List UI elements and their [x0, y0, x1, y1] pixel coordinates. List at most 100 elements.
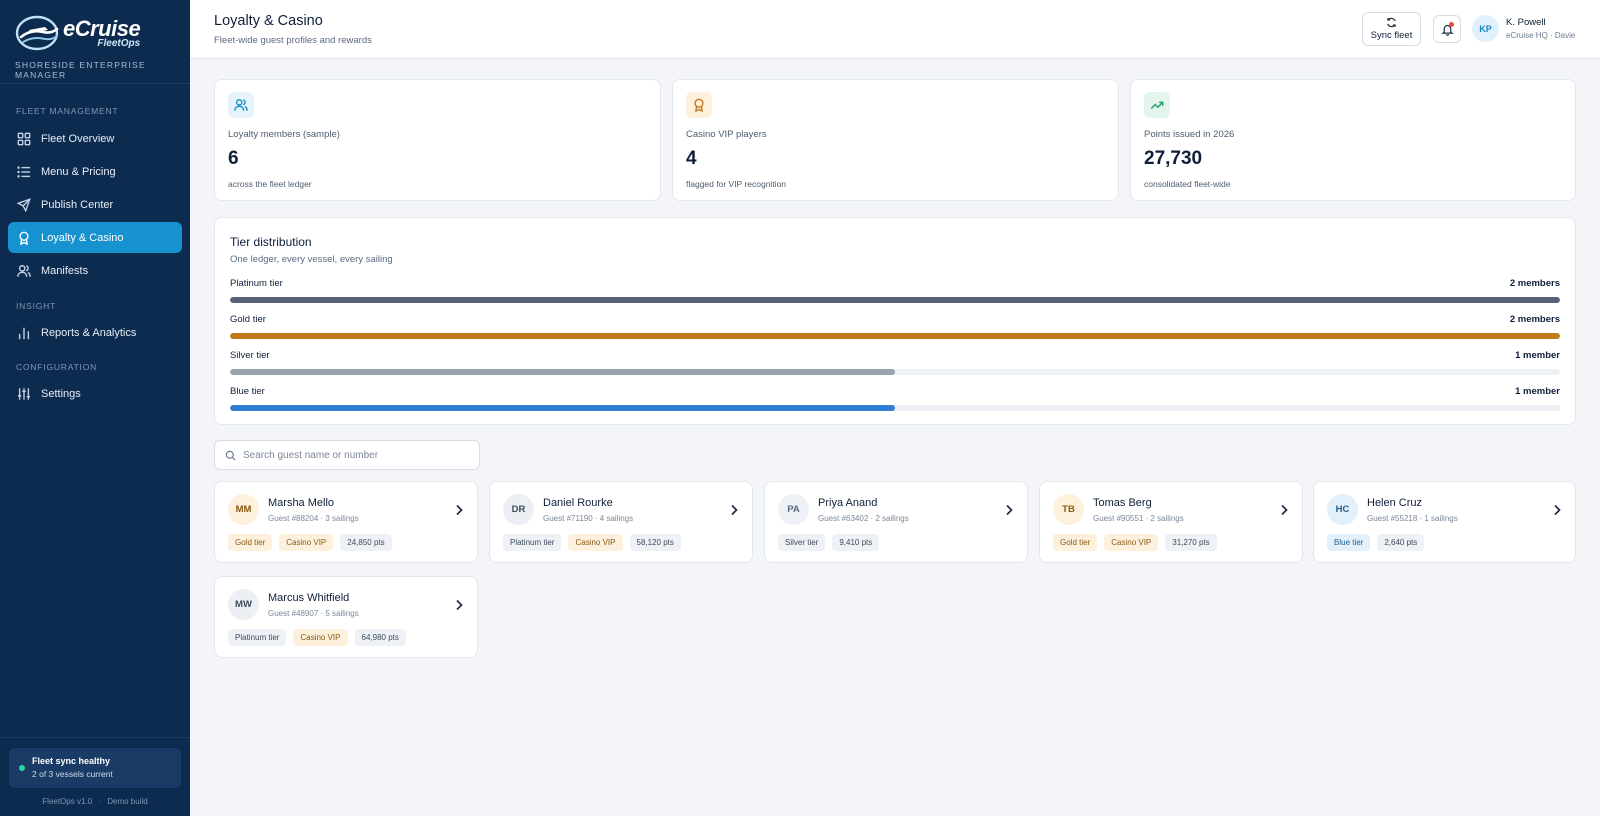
page-subtitle: Fleet-wide guest profiles and rewards	[214, 35, 372, 46]
nav-section-insight: INSIGHT	[16, 301, 57, 311]
brand: eCruise FleetOps SHORESIDE ENTERPRISE MA…	[0, 0, 190, 84]
brand-name: eCruise	[63, 15, 141, 41]
guest-meta: Guest #55218 · 1 sailings	[1367, 514, 1458, 523]
guest-tags: Platinum tier Casino VIP 64,980 pts	[228, 629, 406, 646]
user-name: K. Powell	[1506, 17, 1546, 28]
tier-bar-track	[230, 297, 1560, 303]
stat-card-casino-vip: Casino VIP players 4 flagged for VIP rec…	[672, 79, 1119, 201]
tier-distribution-card: Tier distribution One ledger, every vess…	[214, 217, 1576, 425]
nav-item-manifests[interactable]: Manifests	[8, 255, 182, 286]
chevron-right-icon[interactable]	[454, 503, 464, 516]
chevron-right-icon[interactable]	[729, 503, 739, 516]
tier-badge: Platinum tier	[503, 534, 562, 551]
sync-status-detail: 2 of 3 vessels current	[32, 769, 113, 779]
nav-section-configuration: CONFIGURATION	[16, 362, 98, 372]
guest-name: Marsha Mello	[268, 497, 335, 509]
guest-card-helen-cruz[interactable]: HC Helen Cruz Guest #55218 · 1 sailings …	[1313, 481, 1576, 563]
guest-name: Daniel Rourke	[543, 497, 613, 509]
guest-tags: Blue tier 2,640 pts	[1327, 534, 1425, 551]
status-dot-icon	[19, 765, 25, 771]
fleet-sync-status[interactable]: Fleet sync healthy 2 of 3 vessels curren…	[9, 748, 181, 788]
nav-item-label: Reports & Analytics	[41, 326, 137, 339]
vip-badge: Casino VIP	[1104, 534, 1159, 551]
user-menu[interactable]: KP K. Powell eCruise HQ · Davie	[1472, 15, 1575, 42]
refresh-icon	[1387, 17, 1396, 28]
sync-status-title: Fleet sync healthy	[32, 756, 111, 766]
points-badge: 2,640 pts	[1377, 534, 1425, 551]
users-icon	[17, 264, 31, 278]
nav-item-reports-analytics[interactable]: Reports & Analytics	[8, 317, 182, 348]
version-app: FleetOps v1.0	[42, 797, 93, 806]
guest-search[interactable]	[214, 440, 480, 470]
tier-name: Gold tier	[230, 314, 266, 325]
sync-fleet-button[interactable]: Sync fleet	[1362, 12, 1421, 46]
tier-badge: Blue tier	[1327, 534, 1371, 551]
tier-bar-fill	[230, 405, 895, 411]
vip-badge: Casino VIP	[293, 629, 348, 646]
tier-bar-track	[230, 369, 1560, 375]
nav-item-settings[interactable]: Settings	[8, 378, 182, 409]
guest-meta: Guest #48907 · 5 sailings	[268, 609, 359, 618]
stat-sub: flagged for VIP recognition	[686, 179, 787, 189]
tier-badge: Gold tier	[1053, 534, 1098, 551]
stat-label: Casino VIP players	[686, 129, 767, 140]
search-icon	[225, 450, 236, 460]
points-badge: 24,850 pts	[340, 534, 392, 551]
tier-count: 1 member	[1515, 350, 1560, 361]
nav-item-label: Manifests	[41, 264, 89, 277]
guest-card-tomas-berg[interactable]: TB Tomas Berg Guest #90551 · 2 sailings …	[1039, 481, 1303, 563]
page-title: Loyalty & Casino	[214, 13, 323, 29]
users-icon	[228, 92, 254, 118]
vip-badge: Casino VIP	[279, 534, 334, 551]
chevron-right-icon[interactable]	[1279, 503, 1289, 516]
stat-value: 6	[228, 148, 239, 169]
trending-up-icon	[1144, 92, 1170, 118]
avatar: MW	[228, 589, 259, 620]
tier-name: Platinum tier	[230, 278, 283, 289]
avatar: DR	[503, 494, 534, 525]
nav-item-menu-pricing[interactable]: Menu & Pricing	[8, 156, 182, 187]
stat-sub: consolidated fleet-wide	[1144, 179, 1231, 189]
guest-card-marcus-whitfield[interactable]: MW Marcus Whitfield Guest #48907 · 5 sai…	[214, 576, 478, 658]
avatar: MM	[228, 494, 259, 525]
guest-card-marsha-mello[interactable]: MM Marsha Mello Guest #88204 · 3 sailing…	[214, 481, 478, 563]
user-org: eCruise HQ · Davie	[1506, 31, 1576, 40]
points-badge: 58,120 pts	[629, 534, 681, 551]
tier-row-platinum: Platinum tier 2 members	[230, 278, 1560, 306]
stat-sub: across the fleet ledger	[228, 179, 312, 189]
guest-meta: Guest #88204 · 3 sailings	[268, 514, 359, 523]
guest-meta: Guest #63402 · 2 sailings	[818, 514, 909, 523]
tier-badge: Silver tier	[778, 534, 826, 551]
tier-name: Silver tier	[230, 350, 270, 361]
guest-tags: Gold tier Casino VIP 24,850 pts	[228, 534, 392, 551]
tier-badge: Gold tier	[228, 534, 273, 551]
nav-item-loyalty-casino[interactable]: Loyalty & Casino	[8, 222, 182, 253]
send-icon	[17, 197, 31, 212]
search-input[interactable]	[243, 449, 473, 461]
brand-logo[interactable]: eCruise FleetOps	[15, 14, 175, 52]
chevron-right-icon[interactable]	[1004, 503, 1014, 516]
bar-chart-icon	[17, 326, 31, 340]
guest-name: Priya Anand	[818, 497, 878, 509]
chevron-right-icon[interactable]	[454, 598, 464, 611]
guest-tags: Gold tier Casino VIP 31,270 pts	[1053, 534, 1217, 551]
tier-name: Blue tier	[230, 386, 265, 397]
avatar: PA	[778, 494, 809, 525]
guest-card-priya-anand[interactable]: PA Priya Anand Guest #63402 · 2 sailings…	[764, 481, 1028, 563]
stat-label: Loyalty members (sample)	[228, 129, 340, 140]
avatar: KP	[1472, 15, 1499, 42]
nav-item-fleet-overview[interactable]: Fleet Overview	[8, 123, 182, 154]
stat-label: Points issued in 2026	[1144, 129, 1235, 140]
nav-item-label: Settings	[41, 387, 81, 400]
award-icon	[17, 231, 31, 245]
sidebar: eCruise FleetOps SHORESIDE ENTERPRISE MA…	[0, 0, 190, 816]
avatar: TB	[1053, 494, 1084, 525]
nav-item-publish-center[interactable]: Publish Center	[8, 189, 182, 220]
guest-meta: Guest #90551 · 2 sailings	[1093, 514, 1184, 523]
tier-row-blue: Blue tier 1 member	[230, 386, 1560, 414]
guest-card-daniel-rourke[interactable]: DR Daniel Rourke Guest #71190 · 4 sailin…	[489, 481, 753, 563]
notifications-button[interactable]	[1433, 15, 1461, 43]
chevron-right-icon[interactable]	[1552, 503, 1562, 516]
grid-icon	[17, 132, 31, 146]
tier-bar-fill	[230, 333, 1560, 339]
